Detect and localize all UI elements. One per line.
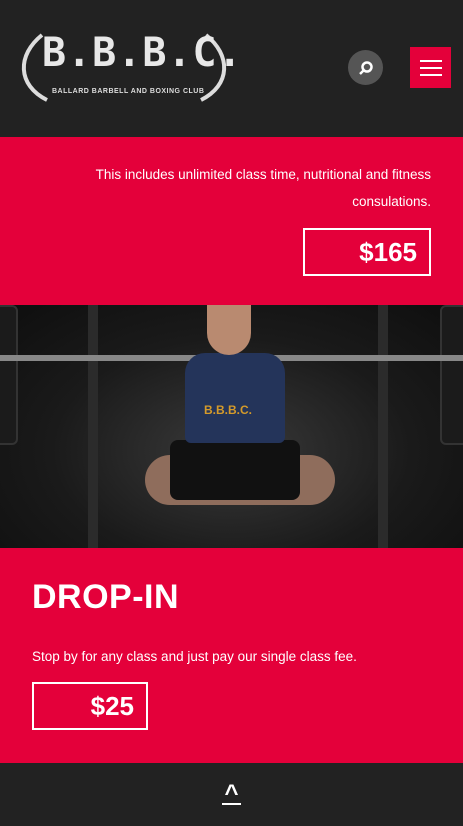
bbbc-logo[interactable]: B.B.B.C. BALLARD BARBELL AND BOXING CLUB [12, 30, 242, 102]
site-header: B.B.B.C. BALLARD BARBELL AND BOXING CLUB [0, 0, 463, 137]
menu-button[interactable] [410, 47, 451, 88]
membership-section: This includes unlimited class time, nutr… [0, 137, 463, 305]
athlete-squat-photo: B.B.B.C. [0, 305, 463, 548]
search-button[interactable] [348, 50, 383, 85]
hamburger-icon [419, 59, 442, 62]
drop-in-title: DROP-IN [32, 578, 180, 616]
logo-subtitle: BALLARD BARBELL AND BOXING CLUB [52, 88, 205, 95]
membership-price-button[interactable]: $165 [303, 228, 431, 276]
search-icon [358, 60, 373, 75]
shirt-logo: B.B.B.C. [204, 403, 252, 417]
membership-description: This includes unlimited class time, nutr… [95, 167, 431, 209]
drop-in-section: DROP-IN Stop by for any class and just p… [0, 548, 463, 763]
back-to-top-icon[interactable]: ^ [222, 781, 241, 805]
footer: ^ [0, 763, 463, 826]
drop-in-price-button[interactable]: $25 [32, 682, 148, 730]
logo-text: B.B.B.C. [42, 30, 243, 76]
drop-in-description: Stop by for any class and just pay our s… [32, 649, 357, 664]
